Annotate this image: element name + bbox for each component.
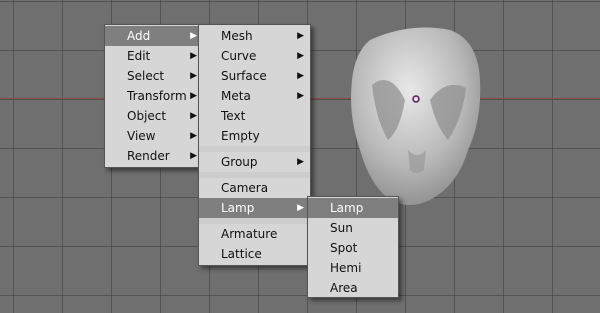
chevron-right-icon: ▶ — [190, 31, 197, 41]
menu-item-surface[interactable]: Surface ▶ — [199, 66, 310, 86]
chevron-right-icon: ▶ — [297, 203, 304, 213]
menu-item-text[interactable]: Text — [199, 106, 310, 126]
menu-item-mesh[interactable]: Mesh ▶ — [199, 26, 310, 46]
chevron-right-icon: ▶ — [190, 71, 197, 81]
menu-item-label: Lamp — [330, 201, 364, 215]
menu-item-label: Sun — [330, 221, 353, 235]
chevron-right-icon: ▶ — [190, 131, 197, 141]
menu-item-camera[interactable]: Camera — [199, 178, 310, 198]
menu-item-spot[interactable]: Spot — [308, 238, 398, 258]
menu-item-curve[interactable]: Curve ▶ — [199, 46, 310, 66]
menu-item-label: Armature — [221, 227, 278, 241]
menu-item-sun[interactable]: Sun — [308, 218, 398, 238]
menu-item-meta[interactable]: Meta ▶ — [199, 86, 310, 106]
menu-item-label: Add — [127, 29, 151, 43]
menu-item-label: Lamp — [221, 201, 255, 215]
menu-item-label: View — [127, 129, 156, 143]
menu-item-view[interactable]: View ▶ — [105, 126, 203, 146]
menu-item-transform[interactable]: Transform ▶ — [105, 86, 203, 106]
chevron-right-icon: ▶ — [190, 51, 197, 61]
lamp-submenu: Lamp Sun Spot Hemi Area — [307, 196, 399, 298]
menu-item-label: Camera — [221, 181, 269, 195]
main-menu: Add ▶ Edit ▶ Select ▶ Transform ▶ Object… — [104, 24, 204, 168]
menu-item-lattice[interactable]: Lattice — [199, 244, 310, 264]
menu-item-select[interactable]: Select ▶ — [105, 66, 203, 86]
menu-item-hemi[interactable]: Hemi — [308, 258, 398, 278]
menu-item-label: Area — [330, 281, 358, 295]
menu-item-render[interactable]: Render ▶ — [105, 146, 203, 166]
chevron-right-icon: ▶ — [190, 111, 197, 121]
chevron-right-icon: ▶ — [297, 51, 304, 61]
chevron-right-icon: ▶ — [297, 31, 304, 41]
menu-item-label: Meta — [221, 89, 251, 103]
menu-item-label: Empty — [221, 129, 260, 143]
chevron-right-icon: ▶ — [297, 91, 304, 101]
menu-item-armature[interactable]: Armature — [199, 224, 310, 244]
menu-item-lamp[interactable]: Lamp ▶ — [199, 198, 310, 218]
chevron-right-icon: ▶ — [190, 91, 197, 101]
menu-item-add[interactable]: Add ▶ — [105, 26, 203, 46]
add-submenu: Mesh ▶ Curve ▶ Surface ▶ Meta ▶ Text Emp… — [198, 24, 311, 266]
chevron-right-icon: ▶ — [190, 151, 197, 161]
menu-item-label: Select — [127, 69, 165, 83]
menu-item-label: Curve — [221, 49, 257, 63]
menu-item-label: Surface — [221, 69, 267, 83]
3d-viewport[interactable]: Add ▶ Edit ▶ Select ▶ Transform ▶ Object… — [0, 0, 600, 313]
menu-item-label: Render — [127, 149, 170, 163]
menu-item-label: Edit — [127, 49, 151, 63]
menu-item-label: Hemi — [330, 261, 362, 275]
menu-item-empty[interactable]: Empty — [199, 126, 310, 146]
menu-item-object[interactable]: Object ▶ — [105, 106, 203, 126]
menu-item-label: Object — [127, 109, 167, 123]
menu-item-area[interactable]: Area — [308, 278, 398, 298]
menu-item-label: Group — [221, 155, 258, 169]
menu-item-label: Mesh — [221, 29, 253, 43]
menu-item-label: Text — [221, 109, 246, 123]
chevron-right-icon: ▶ — [297, 157, 304, 167]
menu-item-group[interactable]: Group ▶ — [199, 152, 310, 172]
menu-item-lamp-point[interactable]: Lamp — [308, 198, 398, 218]
chevron-right-icon: ▶ — [297, 71, 304, 81]
menu-item-label: Transform — [127, 89, 187, 103]
menu-item-edit[interactable]: Edit ▶ — [105, 46, 203, 66]
menu-item-label: Spot — [330, 241, 358, 255]
menu-item-label: Lattice — [221, 247, 262, 261]
